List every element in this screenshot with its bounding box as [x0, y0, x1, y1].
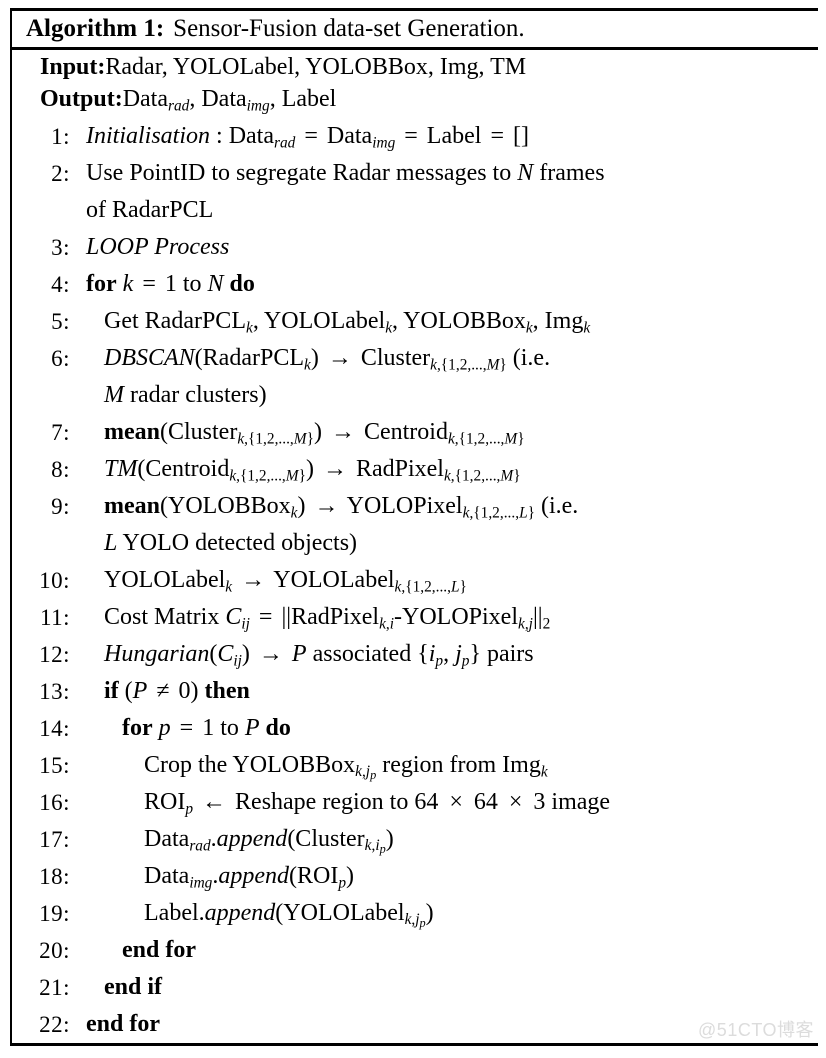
step-content: mean(YOLOBBoxk) → YOLOPixelk,{1,2,...,L}…	[104, 493, 579, 556]
algorithm-label: Algorithm 1:	[26, 15, 165, 42]
line-number: 2:	[51, 161, 70, 186]
line-number: 9:	[51, 494, 70, 519]
step-row: 2: Use PointID to segregate Radar messag…	[18, 155, 818, 229]
step-content: ROIp ← Reshape region to 64 × 64 × 3 ima…	[144, 789, 611, 818]
step-row: 14: for p = 1 to P do	[18, 710, 818, 747]
step-row: 1: Initialisation : Datarad = Dataimg = …	[18, 118, 818, 155]
algorithm-title: Sensor-Fusion data-set Generation.	[173, 15, 525, 42]
output-line: Output:Datarad, Dataimg, Label	[40, 83, 810, 115]
step-row: 16: ROIp ← Reshape region to 64 × 64 × 3…	[18, 784, 818, 821]
step-row: 3: LOOP Process	[18, 229, 818, 266]
line-number: 10:	[39, 568, 70, 593]
line-number: 20:	[39, 938, 70, 963]
step-content: end for	[122, 937, 196, 963]
step-row: 6: DBSCAN(RadarPCLk) → Clusterk,{1,2,...…	[18, 340, 818, 414]
output-sub-rad: rad	[168, 97, 190, 115]
line-number: 6:	[51, 346, 70, 371]
step-row: 12: Hungarian(Cij) → P associated {ip, j…	[18, 636, 818, 673]
output-label-tail: , Label	[269, 86, 337, 112]
step-content: Get RadarPCLk, YOLOLabelk, YOLOBBoxk, Im…	[104, 308, 591, 337]
output-label: Output:	[40, 86, 123, 112]
step-row: 15: Crop the YOLOBBoxk,jp region from Im…	[18, 747, 818, 784]
step-content: Initialisation : Datarad = Dataimg = Lab…	[86, 123, 529, 152]
step-content: Crop the YOLOBBoxk,jp region from Imgk	[144, 752, 548, 783]
output-sub-img: img	[246, 97, 270, 115]
line-number: 14:	[39, 716, 70, 741]
step-row: 9: mean(YOLOBBoxk) → YOLOPixelk,{1,2,...…	[18, 488, 818, 562]
step-content: DBSCAN(RadarPCLk) → Clusterk,{1,2,...,M}…	[104, 345, 551, 408]
line-number: 15:	[39, 753, 70, 778]
step-content: mean(Clusterk,{1,2,...,M}) → Centroidk,{…	[104, 419, 525, 448]
header-rule	[10, 47, 818, 50]
output-data-img: , Data	[189, 86, 247, 112]
bottom-rule	[10, 1043, 818, 1046]
step-content: Dataimg.append(ROIp)	[144, 863, 355, 892]
line-number: 18:	[39, 864, 70, 889]
step-row: 4: for k = 1 to N do	[18, 266, 818, 303]
input-value: Radar, YOLOLabel, YOLOBBox, Img, TM	[105, 54, 527, 80]
input-label: Input:	[40, 54, 106, 80]
line-number: 21:	[39, 975, 70, 1000]
step-row: 18: Dataimg.append(ROIp)	[18, 858, 818, 895]
left-border-rule	[10, 8, 12, 1046]
step-row: 11: Cost Matrix Cij = ||RadPixelk,i-YOLO…	[18, 599, 818, 636]
line-number: 13:	[39, 679, 70, 704]
step-content: YOLOLabelk → YOLOLabelk,{1,2,...,L}	[104, 567, 467, 596]
algorithm-caption: Algorithm 1: Sensor-Fusion data-set Gene…	[26, 11, 525, 47]
step-content: Cost Matrix Cij = ||RadPixelk,i-YOLOPixe…	[104, 604, 551, 633]
line-number: 22:	[39, 1012, 70, 1037]
watermark: @51CTO博客	[698, 1020, 814, 1040]
step-content: Use PointID to segregate Radar messages …	[86, 160, 605, 223]
algorithm-block: Algorithm 1: Sensor-Fusion data-set Gene…	[0, 0, 826, 1058]
input-line: Input:Radar, YOLOLabel, YOLOBBox, Img, T…	[40, 51, 810, 83]
step-row: 8: TM(Centroidk,{1,2,...,M}) → RadPixelk…	[18, 451, 818, 488]
step-row: 21: end if	[18, 969, 818, 1006]
line-number: 19:	[39, 901, 70, 926]
line-number: 7:	[51, 420, 70, 445]
step-row: 5: Get RadarPCLk, YOLOLabelk, YOLOBBoxk,…	[18, 303, 818, 340]
step-content: LOOP Process	[86, 234, 230, 260]
step-content: end if	[104, 974, 163, 1000]
algorithm-steps: 1: Initialisation : Datarad = Dataimg = …	[18, 118, 818, 1043]
line-number: 1:	[51, 124, 70, 149]
step-content: Datarad.append(Clusterk,ip)	[144, 826, 394, 857]
line-number: 12:	[39, 642, 70, 667]
step-row: 10: YOLOLabelk → YOLOLabelk,{1,2,...,L}	[18, 562, 818, 599]
step-row: 20: end for	[18, 932, 818, 969]
output-data-rad: Data	[122, 86, 168, 112]
io-block: Input:Radar, YOLOLabel, YOLOBBox, Img, T…	[40, 51, 810, 115]
line-number: 5:	[51, 309, 70, 334]
step-content: for k = 1 to N do	[86, 271, 255, 297]
line-number: 11:	[39, 605, 70, 630]
step-content: for p = 1 to P do	[122, 715, 291, 741]
line-number: 8:	[51, 457, 70, 482]
step-content: TM(Centroidk,{1,2,...,M}) → RadPixelk,{1…	[104, 456, 521, 485]
step-content: if (P ≠ 0) then	[104, 678, 250, 704]
line-number: 16:	[39, 790, 70, 815]
line-number: 3:	[51, 235, 70, 260]
step-row: 19: Label.append(YOLOLabelk,jp)	[18, 895, 818, 932]
line-number: 17:	[39, 827, 70, 852]
line-number: 4:	[51, 272, 70, 297]
step-row: 13: if (P ≠ 0) then	[18, 673, 818, 710]
step-content: Hungarian(Cij) → P associated {ip, jp} p…	[104, 641, 534, 670]
step-content: Label.append(YOLOLabelk,jp)	[144, 900, 434, 931]
step-row: 17: Datarad.append(Clusterk,ip)	[18, 821, 818, 858]
step-row: 7: mean(Clusterk,{1,2,...,M}) → Centroid…	[18, 414, 818, 451]
